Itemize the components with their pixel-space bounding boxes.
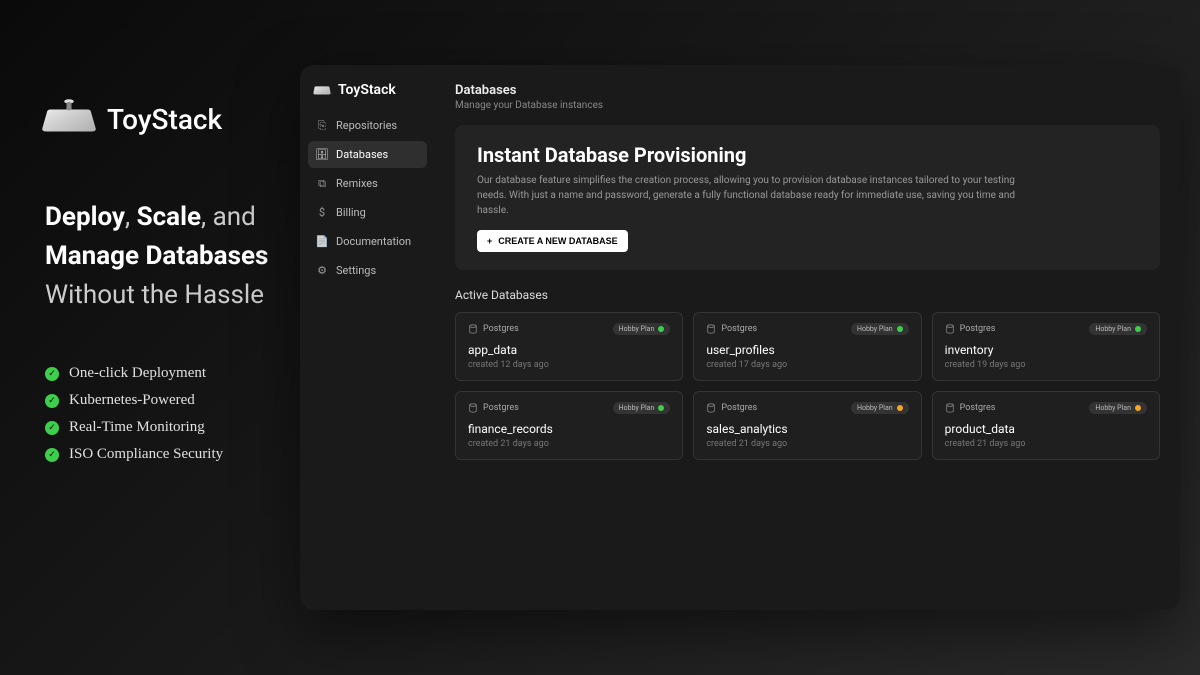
headline-word-deploy: Deploy bbox=[45, 202, 125, 232]
sidebar-item-label: Documentation bbox=[336, 235, 411, 248]
sidebar-item-documentation[interactable]: 📄 Documentation bbox=[308, 228, 427, 255]
plan-badge: Hobby Plan bbox=[613, 402, 671, 414]
plan-badge: Hobby Plan bbox=[1089, 402, 1147, 414]
database-card[interactable]: Postgres Hobby Plan app_datacreated 12 day… bbox=[455, 312, 683, 381]
database-type: Postgres bbox=[706, 403, 757, 413]
sidebar-item-label: Remixes bbox=[336, 177, 378, 190]
page-subtitle: Manage your Database instances bbox=[455, 100, 1160, 111]
check-icon: ✓ bbox=[45, 367, 59, 381]
brand-logo: ToyStack bbox=[45, 100, 280, 138]
feature-item: ✓ISO Compliance Security bbox=[45, 446, 280, 463]
feature-item: ✓Real-Time Monitoring bbox=[45, 419, 280, 436]
brand-name: ToyStack bbox=[107, 103, 222, 136]
create-database-label: CREATE A NEW DATABASE bbox=[498, 236, 617, 246]
status-dot-green bbox=[897, 326, 903, 332]
section-title: Active Databases bbox=[455, 288, 1160, 302]
status-dot-green bbox=[658, 326, 664, 332]
database-name: user_profiles bbox=[706, 343, 908, 357]
database-icon bbox=[945, 324, 955, 334]
headline: Deploy, Scale, and Manage Databases With… bbox=[45, 198, 280, 315]
database-card[interactable]: Postgres Hobby Plan inventory created 19 da… bbox=[932, 312, 1160, 381]
database-card[interactable]: Postgres Hobby Plan sales_analyticscreated… bbox=[693, 391, 921, 460]
database-created: created 12 days ago bbox=[468, 360, 670, 370]
sidebar-brand[interactable]: ToyStack bbox=[308, 80, 427, 112]
app-window: ToyStack ⎘ Repositories 🗄 Databases ⧉ Remixes… bbox=[300, 65, 1180, 610]
plan-badge: Hobby Plan bbox=[613, 323, 671, 335]
database-card[interactable]: Postgres Hobby Plan product_datacreated 21… bbox=[932, 391, 1160, 460]
database-grid: Postgres Hobby Plan app_datacreated 12 day… bbox=[455, 312, 1160, 460]
sidebar-item-databases[interactable]: 🗄 Databases bbox=[308, 141, 427, 168]
database-card[interactable]: Postgres Hobby Plan finance_recordscreated… bbox=[455, 391, 683, 460]
plus-icon: + bbox=[487, 236, 492, 246]
database-name: product_data bbox=[945, 422, 1147, 436]
database-icon bbox=[706, 324, 716, 334]
sidebar-item-label: Settings bbox=[336, 264, 376, 277]
database-name: sales_analytics bbox=[706, 422, 908, 436]
headline-word-manage: Manage Databases bbox=[45, 241, 268, 271]
database-card[interactable]: Postgres Hobby Plan user_profilescreated 1… bbox=[693, 312, 921, 381]
database-type: Postgres bbox=[706, 324, 757, 334]
sidebar-item-label: Repositories bbox=[336, 119, 397, 132]
hero-body: Our database feature simplifies the crea… bbox=[477, 173, 1037, 218]
database-name: app_data bbox=[468, 343, 670, 357]
settings-icon: ⚙ bbox=[316, 265, 328, 277]
database-created: created 21 days ago bbox=[706, 439, 908, 449]
database-created: created 21 days ago bbox=[945, 439, 1147, 449]
sidebar-item-remixes[interactable]: ⧉ Remixes bbox=[308, 170, 427, 197]
database-created: created 17 days ago bbox=[706, 360, 908, 370]
remixes-icon: ⧉ bbox=[316, 178, 328, 190]
status-dot-green bbox=[658, 405, 664, 411]
sidebar-brand-text: ToyStack bbox=[338, 82, 396, 98]
plan-badge: Hobby Plan bbox=[851, 402, 909, 414]
check-icon: ✓ bbox=[45, 421, 59, 435]
database-icon bbox=[468, 403, 478, 413]
database-icon bbox=[945, 403, 955, 413]
database-name: finance_records bbox=[468, 422, 670, 436]
joystick-icon bbox=[41, 109, 96, 131]
check-icon: ✓ bbox=[45, 448, 59, 462]
database-type: Postgres bbox=[468, 324, 519, 334]
database-icon bbox=[706, 403, 716, 413]
documentation-icon: 📄 bbox=[316, 236, 328, 248]
sidebar: ToyStack ⎘ Repositories 🗄 Databases ⧉ Remixes… bbox=[300, 65, 435, 610]
database-created: created 21 days ago bbox=[468, 439, 670, 449]
database-type: Postgres bbox=[945, 324, 996, 334]
repositories-icon: ⎘ bbox=[316, 120, 328, 132]
feature-item: ✓One-click Deployment bbox=[45, 365, 280, 382]
database-type: Postgres bbox=[468, 403, 519, 413]
billing-icon: $ bbox=[316, 207, 328, 219]
status-dot-orange bbox=[897, 405, 903, 411]
headline-word-scale: Scale bbox=[137, 202, 201, 232]
databases-icon: 🗄 bbox=[316, 149, 328, 161]
marketing-panel: ToyStack Deploy, Scale, and Manage Datab… bbox=[0, 0, 300, 675]
sidebar-item-label: Databases bbox=[336, 148, 388, 161]
status-dot-orange bbox=[1135, 405, 1141, 411]
database-name: inventory bbox=[945, 343, 1147, 357]
feature-list: ✓One-click Deployment ✓Kubernetes-Powere… bbox=[45, 365, 280, 463]
hero-title: Instant Database Provisioning bbox=[477, 143, 1138, 167]
hero-card: Instant Database Provisioning Our databa… bbox=[455, 125, 1160, 270]
page-header: Databases Manage your Database instances bbox=[455, 83, 1160, 111]
database-created: created 19 days ago bbox=[945, 360, 1147, 370]
status-dot-green bbox=[1135, 326, 1141, 332]
plan-badge: Hobby Plan bbox=[1089, 323, 1147, 335]
create-database-button[interactable]: + CREATE A NEW DATABASE bbox=[477, 230, 628, 252]
sidebar-item-settings[interactable]: ⚙ Settings bbox=[308, 257, 427, 284]
check-icon: ✓ bbox=[45, 394, 59, 408]
sidebar-item-label: Billing bbox=[336, 206, 366, 219]
plan-badge: Hobby Plan bbox=[851, 323, 909, 335]
sidebar-item-repositories[interactable]: ⎘ Repositories bbox=[308, 112, 427, 139]
main-content: Databases Manage your Database instances… bbox=[435, 65, 1180, 610]
joystick-icon bbox=[313, 86, 331, 94]
sidebar-item-billing[interactable]: $ Billing bbox=[308, 199, 427, 226]
database-icon bbox=[468, 324, 478, 334]
feature-item: ✓Kubernetes-Powered bbox=[45, 392, 280, 409]
page-title: Databases bbox=[455, 83, 1160, 98]
database-type: Postgres bbox=[945, 403, 996, 413]
